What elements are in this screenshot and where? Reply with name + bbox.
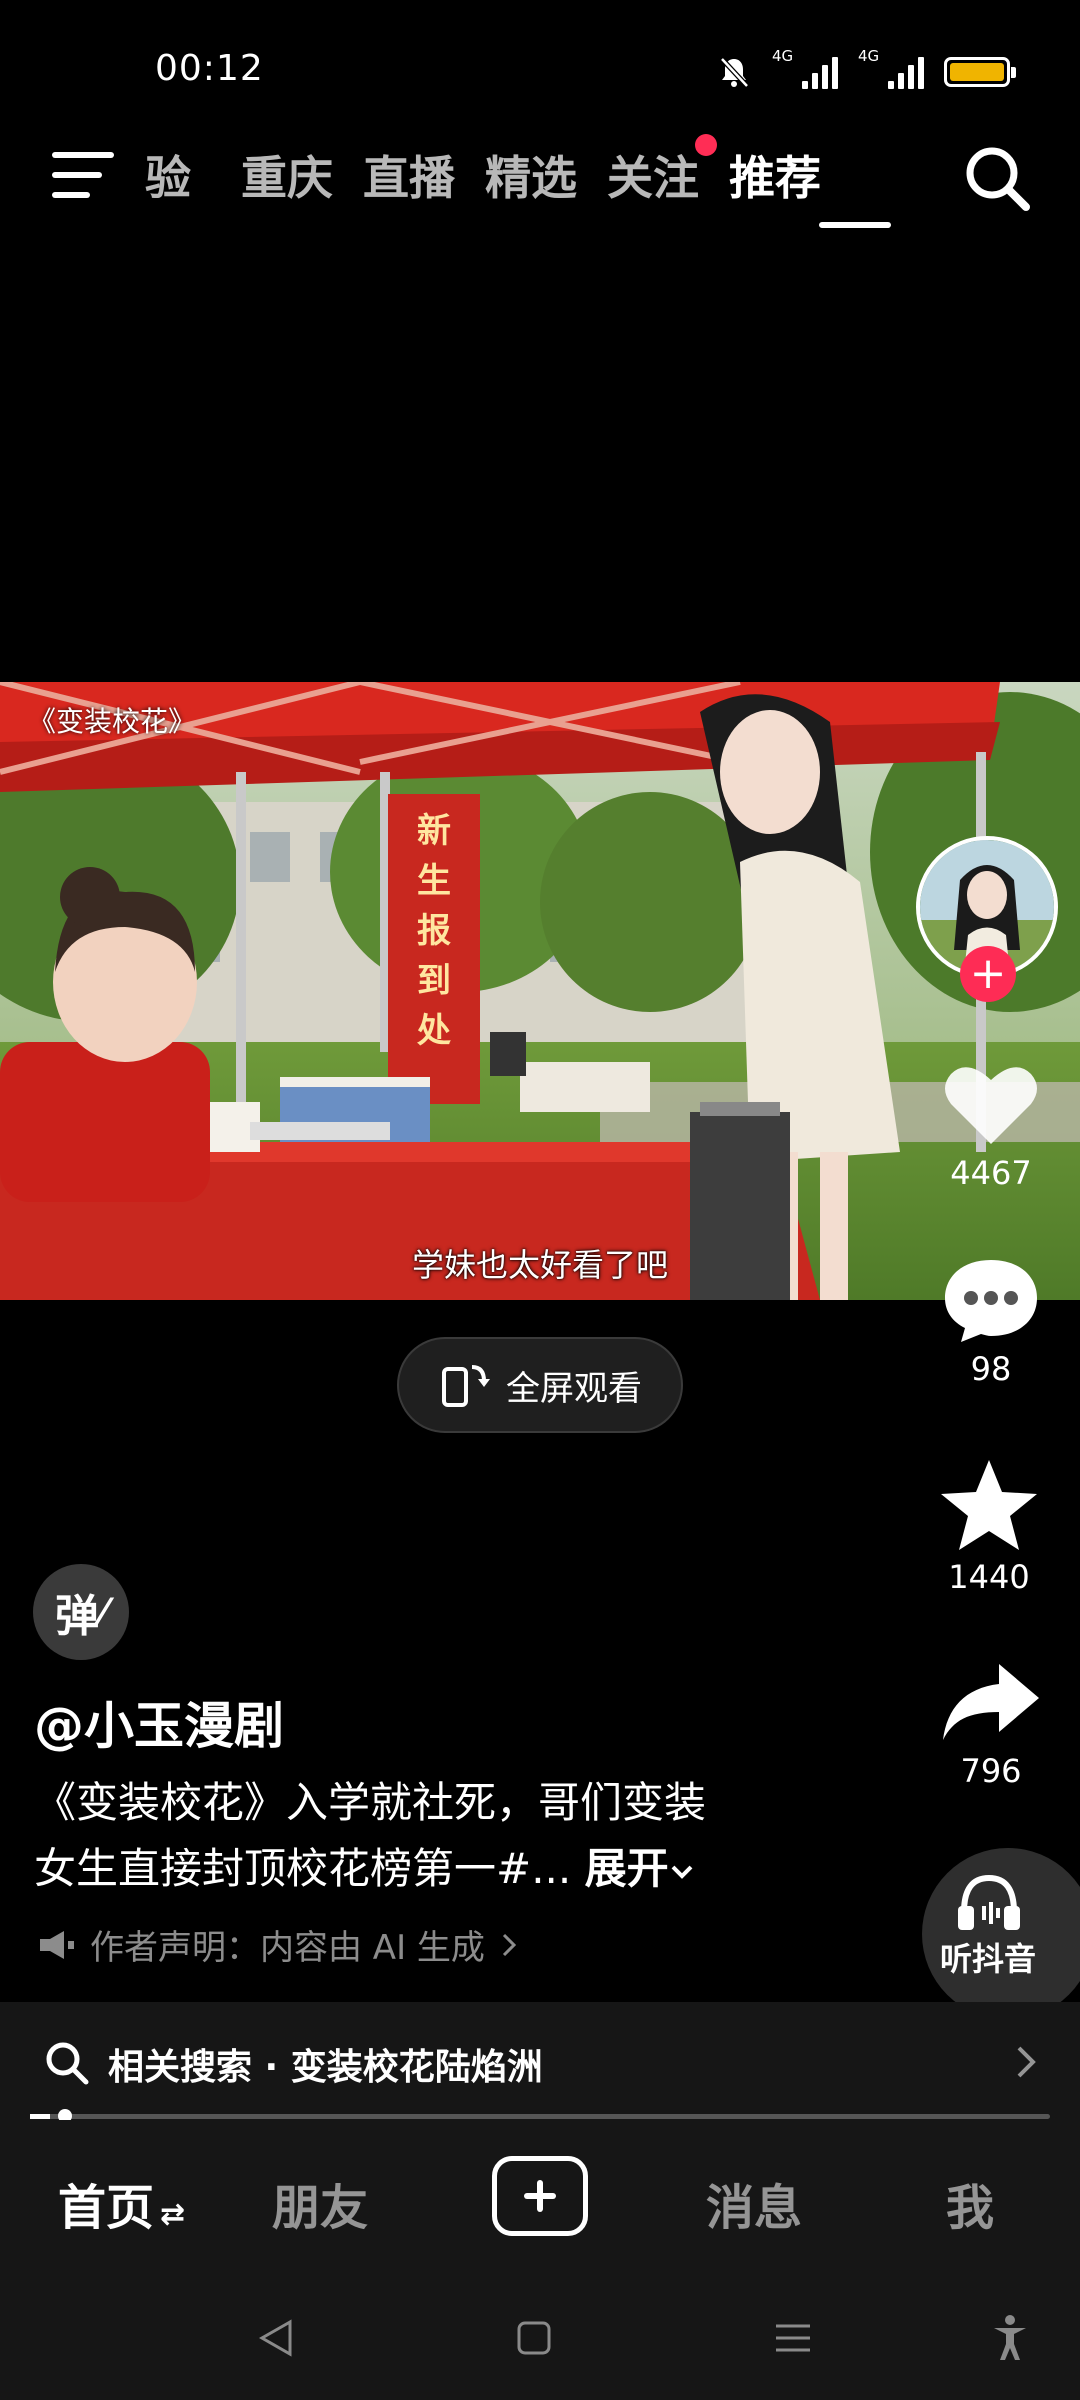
favorite-button[interactable]: 1440 xyxy=(914,1456,1064,1596)
top-nav-tabs: 验 重庆 直播 精选 关注 推荐 xyxy=(145,134,821,208)
tab-clipped-label: 验 xyxy=(145,151,191,205)
video-progress-bar[interactable] xyxy=(30,2109,1050,2123)
banner-char-4: 到 xyxy=(417,961,451,1001)
tab-home-label: 首页 xyxy=(58,2180,155,2236)
banner-char-1: 新 xyxy=(417,811,451,851)
tab-following-label: 关注 xyxy=(607,151,699,205)
author-name[interactable]: @小玉漫剧 xyxy=(34,1686,284,1758)
progress-played xyxy=(30,2114,51,2119)
danmaku-toggle[interactable]: 弹 ⁄ xyxy=(33,1564,129,1660)
tab-messages[interactable]: 消息 xyxy=(706,2168,802,2238)
signal-icon-1: 4G xyxy=(772,47,838,89)
heart-icon xyxy=(945,1067,1037,1144)
banner-char-5: 处 xyxy=(416,1011,451,1051)
comment-button[interactable]: 98 xyxy=(916,1254,1066,1388)
ai-note-text: 作者声明：内容由 AI 生成 xyxy=(90,1928,485,1968)
headphones-icon xyxy=(958,1874,1020,1930)
tab-clipped[interactable]: 验 xyxy=(145,148,211,208)
follow-plus-button[interactable]: + xyxy=(960,946,1016,1002)
megaphone-icon xyxy=(40,1930,74,1959)
search-small-icon xyxy=(46,2042,89,2085)
like-button[interactable]: 4467 xyxy=(916,1058,1066,1192)
tab-chongqing[interactable]: 重庆 xyxy=(241,148,333,208)
star-icon xyxy=(941,1460,1037,1550)
subtitle-text: 学妹也太好看了吧 xyxy=(411,1246,668,1284)
plus-icon xyxy=(524,2180,556,2212)
notification-dot xyxy=(695,134,717,156)
signal-1-label: 4G xyxy=(772,47,794,65)
switch-arrows-icon: ⇄ xyxy=(160,2197,186,2232)
chevron-right-icon xyxy=(502,1933,517,1956)
status-bar: 00:12 4G 4G xyxy=(0,0,1080,130)
related-search-text: 相关搜索 · 变装校花陆焰洲 xyxy=(108,2047,543,2088)
like-count: 4467 xyxy=(950,1154,1032,1192)
app-root: 00:12 4G 4G 验 重庆 直播 精选 关注 推荐 新 生 报 到 处 《… xyxy=(0,0,1080,2400)
tab-home[interactable]: 首页 ⇄ xyxy=(58,2168,185,2238)
tab-following[interactable]: 关注 xyxy=(607,134,717,208)
danmaku-label: 弹 xyxy=(54,1591,99,1642)
comment-icon xyxy=(945,1260,1037,1342)
status-icons: 4G 4G xyxy=(716,47,1016,94)
create-post-button[interactable] xyxy=(492,2156,588,2236)
banner-char-3: 报 xyxy=(417,911,451,951)
share-count: 796 xyxy=(960,1752,1022,1790)
active-tab-indicator xyxy=(819,222,891,228)
share-arrow-icon xyxy=(943,1664,1039,1740)
description-line-2-text: 女生直接封顶校花榜第一#... xyxy=(34,1844,572,1893)
listen-label: 听抖音 xyxy=(939,1940,1036,1978)
battery-icon xyxy=(944,57,1016,87)
post-description: 《变装校花》入学就社死，哥们变装 女生直接封顶校花榜第一#... 展开 xyxy=(34,1770,794,1902)
system-navigation-bar xyxy=(0,2280,1080,2400)
chevron-down-icon xyxy=(671,1865,693,1879)
signal-2-label: 4G xyxy=(858,47,880,65)
back-triangle-icon[interactable] xyxy=(256,2318,296,2358)
signal-icon-2: 4G xyxy=(858,47,924,89)
video-title-tag: 《变装校花》 xyxy=(28,705,197,738)
danmaku-slash-icon: ⁄ xyxy=(100,1591,107,1633)
chevron-right-icon xyxy=(1017,2046,1036,2078)
status-time: 00:12 xyxy=(155,48,264,89)
banner-char-2: 生 xyxy=(417,861,451,901)
fullscreen-button[interactable]: 全屏观看 xyxy=(397,1337,683,1433)
video-frame-illustration: 新 生 报 到 处 xyxy=(0,682,1080,1300)
home-square-icon[interactable] xyxy=(516,2320,552,2356)
listen-douyin-button[interactable]: 听抖音 xyxy=(920,1846,1080,2020)
tab-friends[interactable]: 朋友 xyxy=(272,2168,368,2238)
tab-recommended[interactable]: 推荐 xyxy=(729,148,821,208)
search-icon[interactable] xyxy=(962,143,1034,215)
accessibility-icon[interactable] xyxy=(990,2314,1030,2362)
ai-declaration[interactable]: 作者声明：内容由 AI 生成 xyxy=(36,1920,519,1969)
video-player[interactable]: 新 生 报 到 处 xyxy=(0,682,1080,1300)
expand-button[interactable]: 展开 xyxy=(585,1844,695,1893)
fullscreen-label: 全屏观看 xyxy=(506,1368,642,1409)
expand-label: 展开 xyxy=(584,1844,669,1893)
tab-live[interactable]: 直播 xyxy=(363,148,455,208)
comment-count: 98 xyxy=(970,1350,1012,1388)
mute-bell-icon xyxy=(720,57,749,88)
rotate-screen-icon xyxy=(442,1365,490,1407)
description-line-1: 《变装校花》入学就社死，哥们变装 xyxy=(34,1778,707,1827)
favorite-count: 1440 xyxy=(948,1558,1030,1596)
tab-featured[interactable]: 精选 xyxy=(485,148,577,208)
tab-me[interactable]: 我 xyxy=(946,2168,994,2238)
share-button[interactable]: 796 xyxy=(916,1660,1066,1790)
description-line-2: 女生直接封顶校花榜第一#... 展开 xyxy=(34,1836,794,1902)
related-search-bar[interactable]: 相关搜索 · 变装校花陆焰洲 xyxy=(0,2002,1080,2120)
menu-icon[interactable] xyxy=(52,150,114,200)
recents-lines-icon[interactable] xyxy=(774,2320,812,2356)
